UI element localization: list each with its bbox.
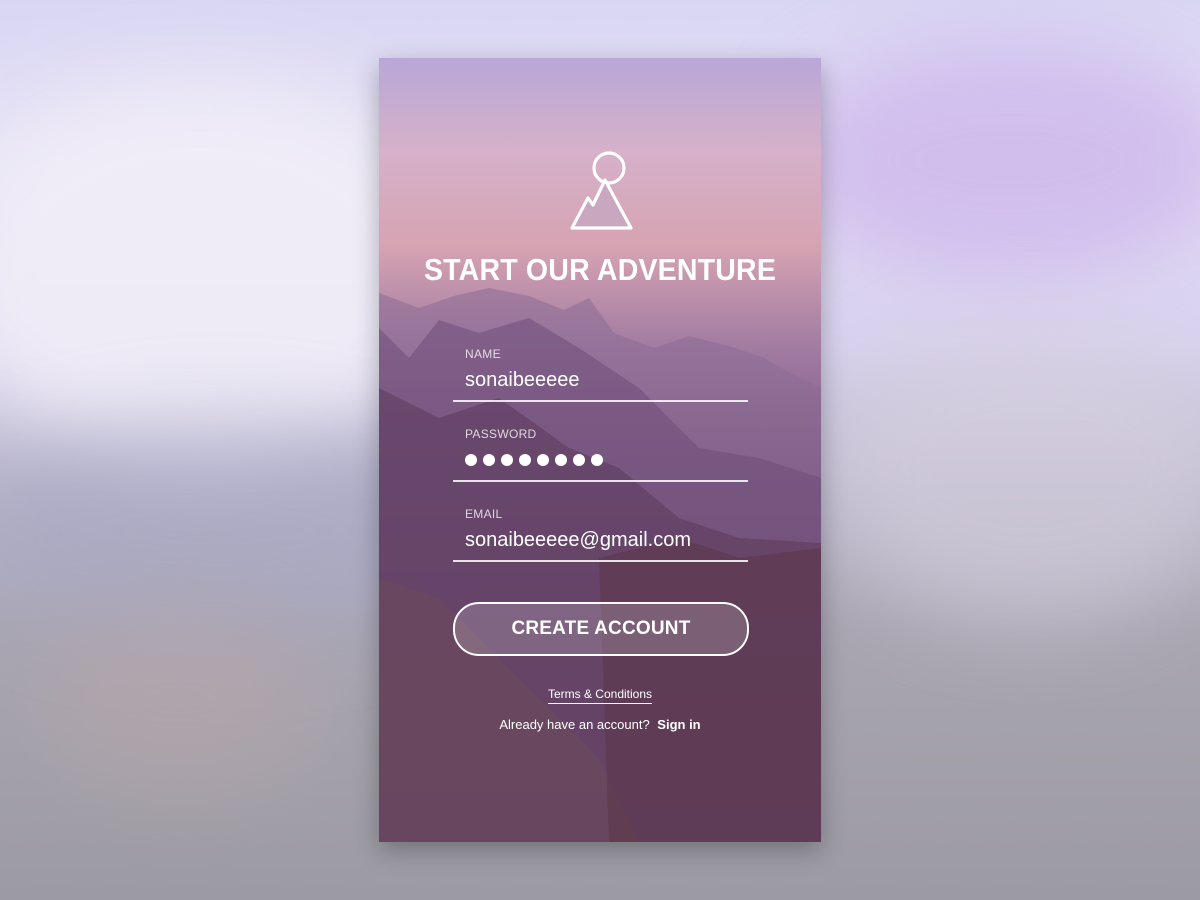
password-dot — [465, 454, 477, 466]
background-blur-right — [780, 40, 1200, 280]
name-field[interactable]: NAME sonaibeeeee — [453, 347, 748, 402]
background-blur-mid-right — [820, 320, 1200, 620]
background-blur-bottom — [40, 600, 320, 800]
email-underline — [453, 560, 748, 562]
signin-link[interactable]: Sign in — [657, 717, 700, 732]
terms-row: Terms & Conditions — [379, 687, 821, 704]
page-title: START OUR ADVENTURE — [423, 252, 777, 287]
password-field[interactable]: PASSWORD — [453, 427, 748, 482]
name-underline — [453, 400, 748, 402]
signup-screen: START OUR ADVENTURE NAME sonaibeeeee PAS… — [379, 58, 821, 842]
signin-row: Already have an account? Sign in — [379, 717, 821, 732]
password-input[interactable] — [465, 447, 748, 473]
name-label: NAME — [465, 347, 501, 361]
password-dot — [555, 454, 567, 466]
password-dot — [591, 454, 603, 466]
password-dot — [573, 454, 585, 466]
email-label: EMAIL — [465, 507, 503, 521]
create-account-button[interactable]: CREATE ACCOUNT — [453, 602, 749, 656]
name-input[interactable]: sonaibeeeee — [465, 367, 748, 393]
email-input[interactable]: sonaibeeeee@gmail.com — [465, 527, 748, 553]
password-label: PASSWORD — [465, 427, 537, 441]
password-dot — [483, 454, 495, 466]
password-dot — [537, 454, 549, 466]
signin-prompt: Already have an account? — [499, 717, 650, 732]
password-dot — [519, 454, 531, 466]
password-dot — [501, 454, 513, 466]
mountain-sun-icon — [570, 151, 633, 230]
password-underline — [453, 480, 748, 482]
terms-link[interactable]: Terms & Conditions — [547, 687, 653, 704]
email-field[interactable]: EMAIL sonaibeeeee@gmail.com — [453, 507, 748, 562]
